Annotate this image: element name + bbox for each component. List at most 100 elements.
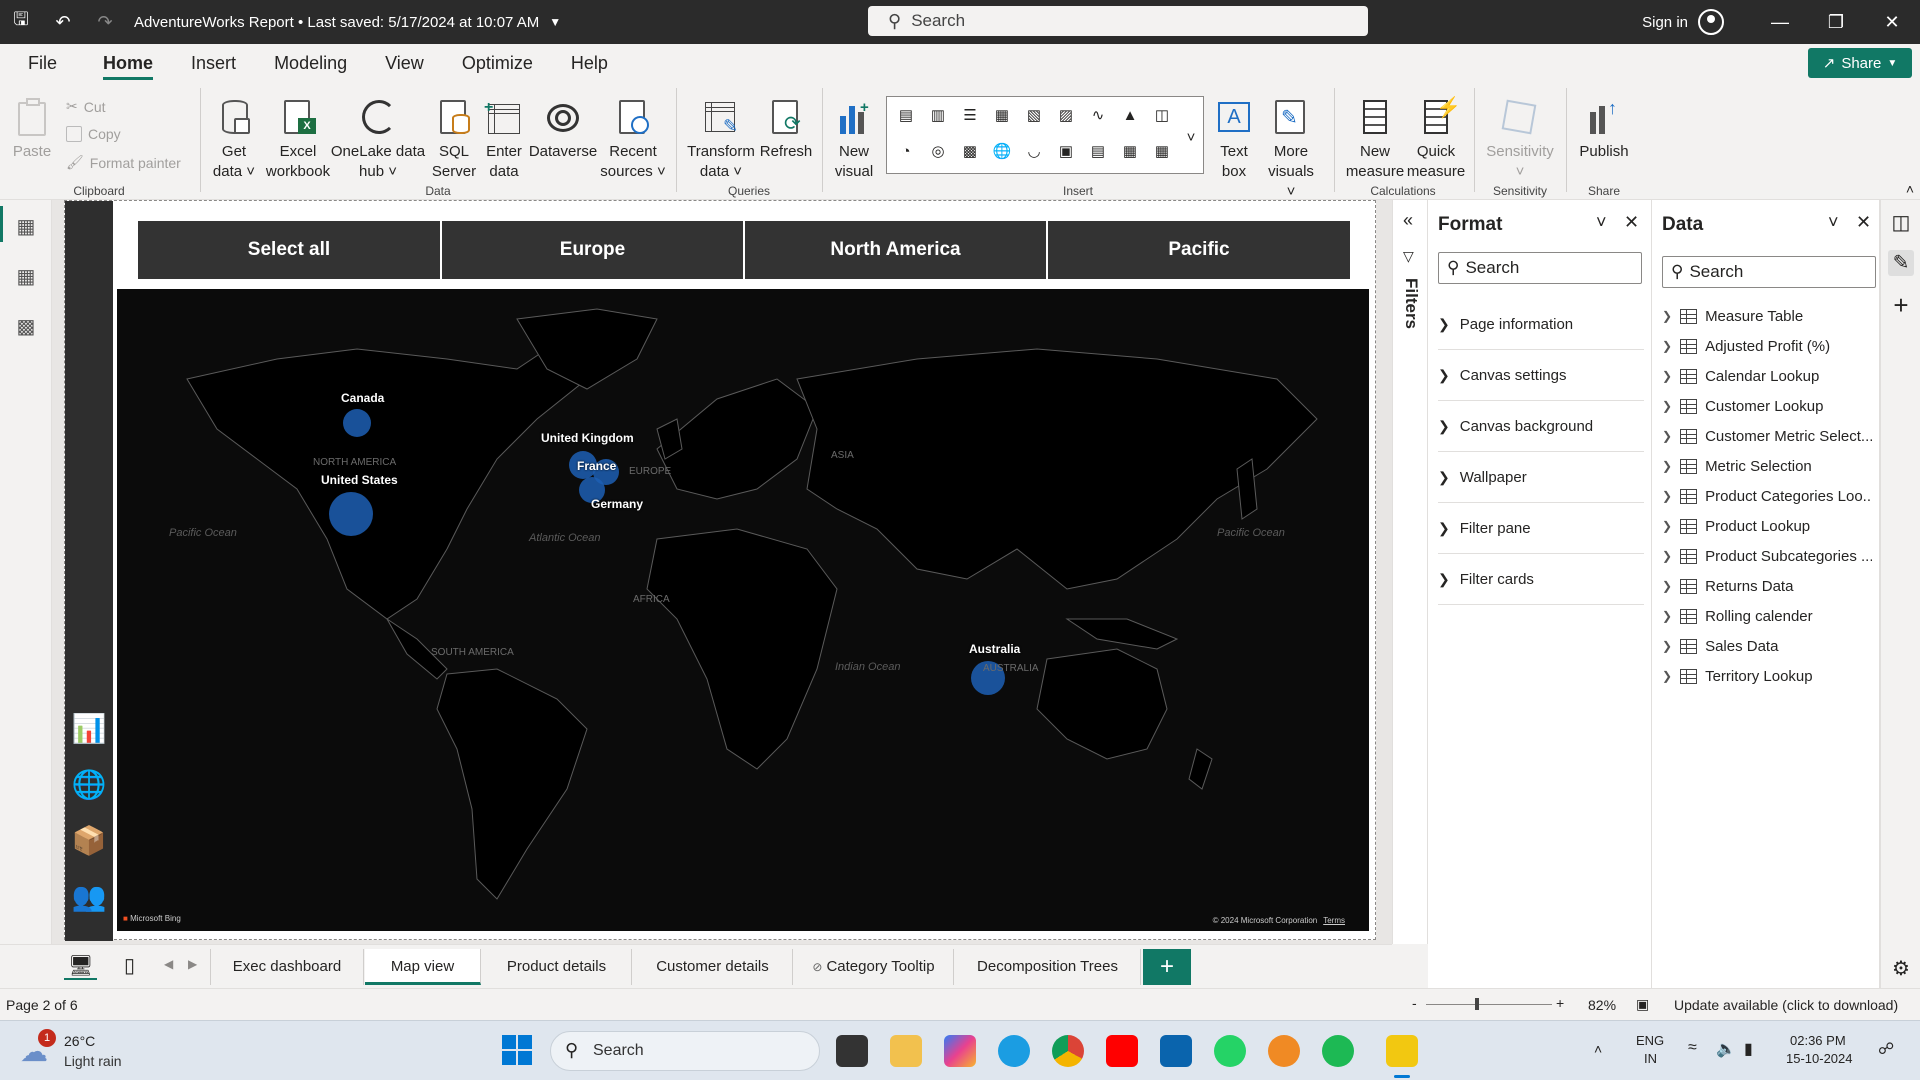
menu-home[interactable]: Home <box>84 44 172 82</box>
sql-server-button[interactable]: SQL Server <box>430 98 478 182</box>
new-visual-button[interactable]: + New visual <box>832 98 876 182</box>
table-view-icon[interactable]: ▦ <box>12 264 40 288</box>
publish-button[interactable]: ↑ Publish <box>1572 98 1636 162</box>
clustered-bar-chart-icon[interactable]: ☰ <box>959 105 981 127</box>
add-pane-icon[interactable]: + <box>1888 290 1914 320</box>
globe-nav-icon[interactable]: 🌐 <box>71 767 107 803</box>
app-icon[interactable] <box>1268 1035 1300 1067</box>
format-item-filter-pane[interactable]: ❯ Filter pane <box>1438 504 1644 554</box>
data-pane-collapse-icon[interactable]: ˅ <box>1828 212 1839 233</box>
language-line-1[interactable]: ENG <box>1636 1033 1664 1048</box>
expand-filters-icon[interactable]: « <box>1403 210 1413 231</box>
clock-date[interactable]: 15-10-2024 <box>1786 1051 1853 1066</box>
data-table-product-categories-lookup[interactable]: ❯ Product Categories Loo... <box>1662 481 1872 511</box>
tab-category-tooltip[interactable]: ⊘ Category Tooltip <box>794 949 954 985</box>
data-table-metric-selection[interactable]: ❯ Metric Selection <box>1662 451 1872 481</box>
box-nav-icon[interactable]: 📦 <box>71 823 107 859</box>
restore-button[interactable]: ❐ <box>1808 0 1864 44</box>
tab-map-view[interactable]: Map view <box>365 949 481 985</box>
map-visual[interactable]: Canada United States United Kingdom Fran… <box>117 289 1369 931</box>
recent-sources-button[interactable]: Recent sources ˅ <box>600 98 666 182</box>
cut-button[interactable]: ✂ Cut <box>66 98 106 115</box>
data-table-sales-data[interactable]: ❯ Sales Data <box>1662 631 1872 661</box>
zoom-slider-thumb[interactable] <box>1475 998 1479 1010</box>
enter-data-button[interactable]: + Enter data <box>482 98 526 182</box>
spotify-icon[interactable] <box>1322 1035 1354 1067</box>
map-icon[interactable]: 🌐 <box>991 141 1013 163</box>
wifi-icon[interactable]: ≈ <box>1688 1039 1697 1057</box>
stacked-column-chart-icon[interactable]: ▥ <box>927 105 949 127</box>
gauge-icon[interactable]: ◡ <box>1023 141 1045 163</box>
zoom-slider[interactable] <box>1426 998 1552 1010</box>
clustered-column-chart-icon[interactable]: ▦ <box>991 105 1013 127</box>
copy-button[interactable]: Copy <box>66 126 121 142</box>
matrix-icon[interactable]: ▦ <box>1151 141 1173 163</box>
format-painter-button[interactable]: 🖌 Format painter <box>66 154 181 171</box>
card-icon[interactable]: ▣ <box>1055 141 1077 163</box>
format-pane-icon[interactable]: ✎ <box>1888 250 1914 276</box>
share-button[interactable]: ↗ Share ▼ <box>1808 48 1912 78</box>
chrome-browser-icon[interactable] <box>1052 1035 1084 1067</box>
data-table-adjusted-profit[interactable]: ❯ Adjusted Profit (%) <box>1662 331 1872 361</box>
taskbar-search[interactable]: ⚲ Search <box>550 1031 820 1071</box>
text-box-button[interactable]: A Text box <box>1210 98 1258 182</box>
task-view-icon[interactable] <box>836 1035 868 1067</box>
more-visuals-button[interactable]: ✎ More visuals ˅ <box>1262 98 1320 202</box>
treemap-icon[interactable]: ▩ <box>959 141 981 163</box>
tab-product-details[interactable]: Product details <box>482 949 632 985</box>
data-table-measure-table[interactable]: ❯ Measure Table <box>1662 301 1872 331</box>
data-table-customer-lookup[interactable]: ❯ Customer Lookup <box>1662 391 1872 421</box>
area-chart-icon[interactable]: ▲ <box>1119 105 1141 127</box>
gallery-expand-icon[interactable]: ˅ <box>1181 127 1201 149</box>
pie-chart-icon[interactable]: ◔ <box>895 141 917 163</box>
menu-insert[interactable]: Insert <box>172 44 255 82</box>
fit-to-page-icon[interactable]: ▣ <box>1636 996 1649 1013</box>
model-view-icon[interactable]: ▩ <box>12 314 40 338</box>
redo-icon[interactable]: ↷ <box>84 0 126 44</box>
100-column-chart-icon[interactable]: ▧ <box>1023 105 1045 127</box>
format-item-canvas-background[interactable]: ❯ Canvas background <box>1438 402 1644 452</box>
ribbon-chart-icon[interactable]: ◫ <box>1151 105 1173 127</box>
start-button[interactable] <box>502 1035 532 1065</box>
file-explorer-icon[interactable] <box>890 1035 922 1067</box>
power-bi-icon[interactable] <box>1386 1035 1418 1067</box>
data-table-returns-data[interactable]: ❯ Returns Data <box>1662 571 1872 601</box>
format-pane-collapse-icon[interactable]: ˅ <box>1596 212 1607 233</box>
sign-in-link[interactable]: Sign in <box>1642 14 1688 31</box>
menu-modeling[interactable]: Modeling <box>255 44 366 82</box>
data-table-territory-lookup[interactable]: ❯ Territory Lookup <box>1662 661 1872 691</box>
youtube-icon[interactable] <box>1106 1035 1138 1067</box>
table-icon[interactable]: ▦ <box>1119 141 1141 163</box>
visual-gallery[interactable]: ▤ ▥ ☰ ▦ ▧ ▨ ∿ ▲ ◫ ◔ ◎ ▩ 🌐 ◡ ▣ ▤ ▦ ▦ ˅ <box>886 96 1204 174</box>
mobile-layout-icon[interactable]: ▯ <box>124 953 135 978</box>
whatsapp-icon[interactable] <box>1214 1035 1246 1067</box>
data-table-calendar-lookup[interactable]: ❯ Calendar Lookup <box>1662 361 1872 391</box>
quick-measure-button[interactable]: ⚡ Quick measure <box>1404 98 1468 182</box>
zoom-level[interactable]: 82% <box>1588 997 1616 1013</box>
map-terms-link[interactable]: Terms <box>1323 916 1345 925</box>
tabs-scroll-right-icon[interactable]: ▶ <box>188 957 197 971</box>
zoom-out-button[interactable]: - <box>1412 995 1417 1011</box>
filters-pane-collapsed[interactable]: « ▽ Filters <box>1392 200 1428 944</box>
data-pane-close-icon[interactable]: ✕ <box>1856 212 1871 233</box>
undo-icon[interactable]: ↶ <box>42 0 84 44</box>
get-data-button[interactable]: Get data ˅ <box>212 98 256 182</box>
people-nav-icon[interactable]: 👥 <box>71 879 107 915</box>
map-bubble-united-states[interactable] <box>329 492 373 536</box>
title-search-box[interactable]: ⚲ Search <box>868 6 1368 36</box>
battery-icon[interactable]: ▮ <box>1744 1039 1753 1059</box>
slicer-select-all[interactable]: Select all <box>138 221 440 279</box>
outlook-icon[interactable] <box>1160 1035 1192 1067</box>
copilot-icon[interactable] <box>944 1035 976 1067</box>
update-available-link[interactable]: Update available (click to download) <box>1674 997 1898 1013</box>
data-table-product-subcategories[interactable]: ❯ Product Subcategories ... <box>1662 541 1872 571</box>
edge-browser-icon[interactable] <box>998 1035 1030 1067</box>
settings-gear-icon[interactable]: ⚙ <box>1888 956 1914 982</box>
data-table-rolling-calender[interactable]: ❯ Rolling calender <box>1662 601 1872 631</box>
clock-time[interactable]: 02:36 PM <box>1790 1033 1846 1048</box>
transform-data-button[interactable]: ✎ Transform data ˅ <box>686 98 756 182</box>
data-table-customer-metric-select[interactable]: ❯ Customer Metric Select... <box>1662 421 1872 451</box>
account-icon[interactable] <box>1698 9 1724 35</box>
tab-customer-details[interactable]: Customer details <box>633 949 793 985</box>
data-pane-icon[interactable]: ◫ <box>1888 210 1914 236</box>
